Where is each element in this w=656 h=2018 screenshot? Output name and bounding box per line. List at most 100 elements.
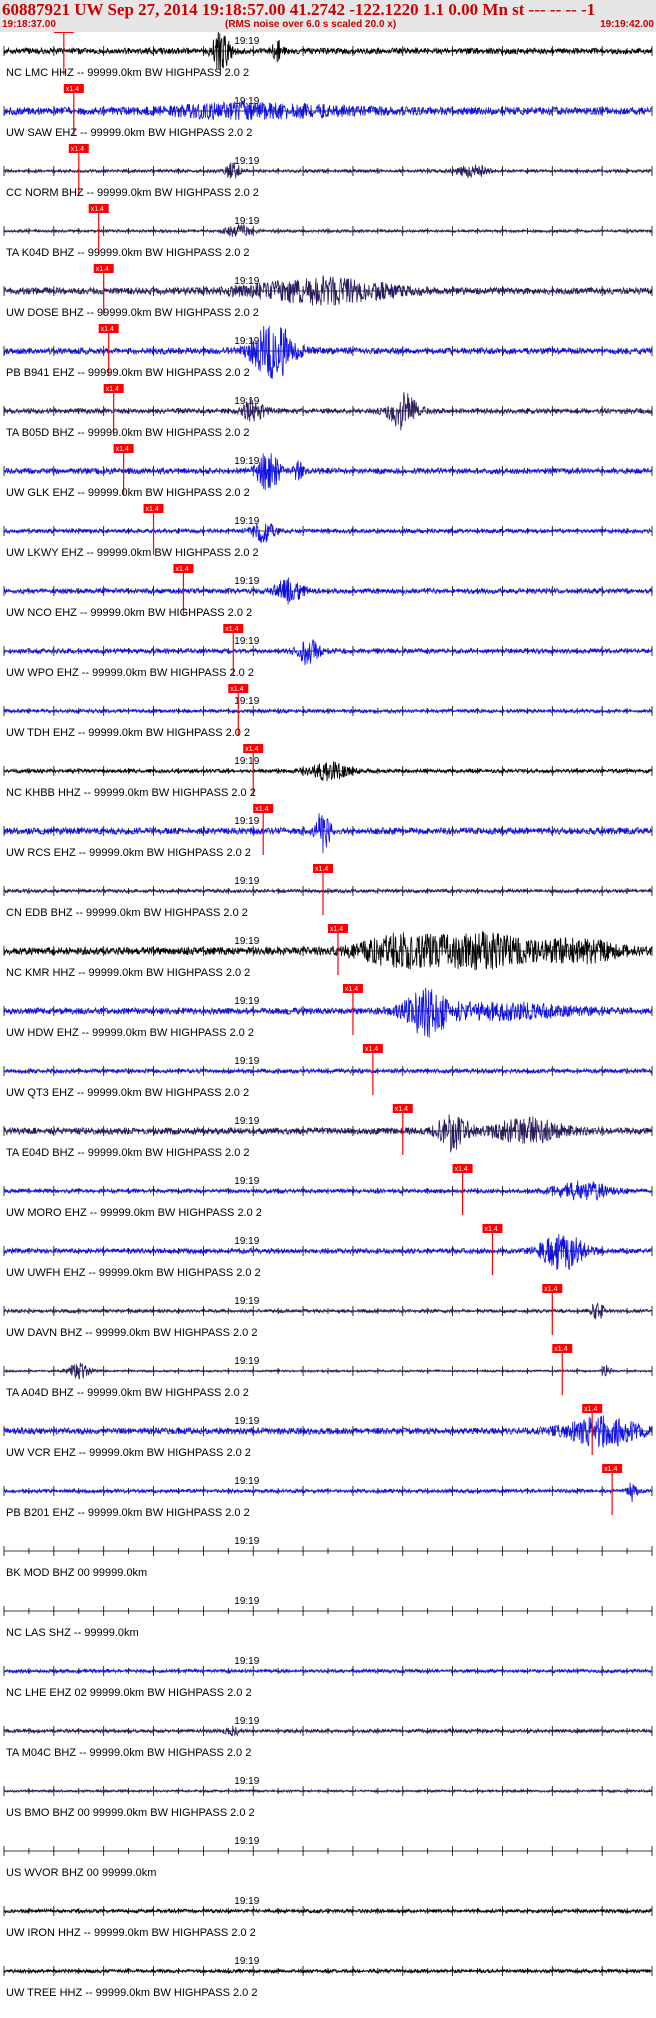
pick-label: x1.4 [91,206,104,213]
pick-label: x1.4 [345,986,358,993]
scaling-note: (RMS noise over 6.0 s scaled 20.0 x) [225,19,397,30]
waveform [3,931,652,971]
header-bar: 60887921 UW Sep 27, 2014 19:18:57.00 41.… [0,0,656,32]
pick-label: x1.4 [455,1166,468,1173]
waveform [3,1114,652,1154]
station-label: BK MOD BHZ 00 99999.0km [6,1567,147,1579]
time-tick-label: 19:19 [234,1236,259,1247]
station-label: UW GLK EHZ -- 99999.0km BW HIGHPASS 2.0 … [6,487,250,499]
pick-label: x1.4 [56,32,69,33]
time-tick-label: 19:19 [234,36,259,47]
station-label: NC KMR HHZ -- 99999.0km BW HIGHPASS 2.0 … [6,967,250,979]
time-tick-label: 19:19 [234,1596,259,1607]
waveform [3,161,652,179]
station-label: CC NORM BHZ -- 99999.0km BW HIGHPASS 2.0… [6,187,259,199]
station-label: UW TDH EHZ -- 99999.0km BW HIGHPASS 2.0 … [6,727,250,739]
pick-label: x1.4 [315,866,328,873]
station-label: NC LAS SHZ -- 99999.0km [6,1627,139,1639]
time-tick-label: 19:19 [234,1476,259,1487]
time-tick-label: 19:19 [234,1296,259,1307]
pick-label: x1.4 [245,746,258,753]
station-label: UW SAW EHZ -- 99999.0km BW HIGHPASS 2.0 … [6,127,252,139]
station-label: NC LMC HHZ -- 99999.0km BW HIGHPASS 2.0 … [6,67,249,79]
station-label: TA A04D BHZ -- 99999.0km BW HIGHPASS 2.0… [6,1387,249,1399]
station-label: UW UWFH EHZ -- 99999.0km BW HIGHPASS 2.0… [6,1267,261,1279]
time-tick-label: 19:19 [234,1896,259,1907]
pick-label: x1.4 [175,566,188,573]
pick-label: x1.4 [365,1046,378,1053]
station-label: TA K04D BHZ -- 99999.0km BW HIGHPASS 2.0… [6,247,250,259]
time-tick-label: 19:19 [234,1656,259,1667]
station-label: NC LHE EHZ 02 99999.0km BW HIGHPASS 2.0 … [6,1687,252,1699]
pick-label: x1.4 [106,386,119,393]
pick-label: x1.4 [230,686,243,693]
station-label: UW DOSE BHZ -- 99999.0km BW HIGHPASS 2.0… [6,307,259,319]
pick-label: x1.4 [116,446,129,453]
pick-label: x1.4 [71,146,84,153]
station-label: UW TREE HHZ -- 99999.0km BW HIGHPASS 2.0… [6,1987,257,1999]
waveform [3,1362,652,1380]
time-tick-label: 19:19 [234,1836,259,1847]
station-label: UW IRON HHZ -- 99999.0km BW HIGHPASS 2.0… [6,1927,256,1939]
seismogram-plot: 19:19 x1.4 NC LMC HHZ -- 99999.0km BW HIGH… [3,32,653,1999]
waveform [3,761,652,782]
waveform [3,1180,652,1201]
time-tick-label: 19:19 [234,1416,259,1427]
station-label: TA B05D BHZ -- 99999.0km BW HIGHPASS 2.0… [6,427,250,439]
pick-label: x1.4 [101,326,114,333]
time-tick-label: 19:19 [234,1956,259,1967]
station-label: US BMO BHZ 00 99999.0km BW HIGHPASS 2.0 … [6,1807,255,1819]
pick-label: x1.4 [225,626,238,633]
station-label: UW QT3 EHZ -- 99999.0km BW HIGHPASS 2.0 … [6,1087,249,1099]
time-tick-label: 19:19 [234,576,259,587]
time-tick-label: 19:19 [234,996,259,1007]
time-tick-label: 19:19 [234,1536,259,1547]
pick-label: x1.4 [544,1286,557,1293]
station-label: UW RCS EHZ -- 99999.0km BW HIGHPASS 2.0 … [6,847,251,859]
time-tick-label: 19:19 [234,1176,259,1187]
time-tick-label: 19:19 [234,876,259,887]
station-label: UW MORO EHZ -- 99999.0km BW HIGHPASS 2.0… [6,1207,262,1219]
time-tick-label: 19:19 [234,936,259,947]
end-time: 19:19:42.00 [600,19,654,30]
time-tick-label: 19:19 [234,1716,259,1727]
station-label: NC KHBB HHZ -- 99999.0km BW HIGHPASS 2.0… [6,787,256,799]
station-label: CN EDB BHZ -- 99999.0km BW HIGHPASS 2.0 … [6,907,248,919]
station-label: PB B941 EHZ -- 99999.0km BW HIGHPASS 2.0… [6,367,250,379]
station-label: UW LKWY EHZ -- 99999.0km BW HIGHPASS 2.0… [6,547,259,559]
time-tick-label: 19:19 [234,516,259,527]
time-tick-label: 19:19 [234,1116,259,1127]
station-label: TA E04D BHZ -- 99999.0km BW HIGHPASS 2.0… [6,1147,250,1159]
time-tick-label: 19:19 [234,636,259,647]
pick-label: x1.4 [96,266,109,273]
pick-label: x1.4 [604,1466,617,1473]
station-label: UW NCO EHZ -- 99999.0km BW HIGHPASS 2.0 … [6,607,252,619]
waveform [3,223,652,238]
pick-label: x1.4 [255,806,268,813]
waveform [3,453,652,491]
waveform [3,1482,652,1503]
time-tick-label: 19:19 [234,456,259,467]
pick-label: x1.4 [584,1406,597,1413]
event-title: 60887921 UW Sep 27, 2014 19:18:57.00 41.… [2,0,596,19]
waveform [3,1788,652,1794]
station-label: UW DAVN BHZ -- 99999.0km BW HIGHPASS 2.0… [6,1327,257,1339]
station-label: TA M04C BHZ -- 99999.0km BW HIGHPASS 2.0… [6,1747,251,1759]
waveform [3,1725,652,1737]
station-label: UW VCR EHZ -- 99999.0km BW HIGHPASS 2.0 … [6,1447,251,1459]
time-tick-label: 19:19 [234,156,259,167]
pick-label: x1.4 [484,1226,497,1233]
time-tick-label: 19:19 [234,1056,259,1067]
station-label: UW WPO EHZ -- 99999.0km BW HIGHPASS 2.0 … [6,667,254,679]
start-time: 19:18:37.00 [2,19,56,30]
time-tick-label: 19:19 [234,816,259,827]
time-tick-label: 19:19 [234,756,259,767]
pick-label: x1.4 [554,1346,567,1353]
pick-label: x1.4 [66,86,79,93]
pick-label: x1.4 [330,926,343,933]
time-tick-label: 19:19 [234,1356,259,1367]
station-label: UW HDW EHZ -- 99999.0km BW HIGHPASS 2.0 … [6,1027,254,1039]
pick-label: x1.4 [146,506,159,513]
station-label: PB B201 EHZ -- 99999.0km BW HIGHPASS 2.0… [6,1507,250,1519]
time-tick-label: 19:19 [234,1776,259,1787]
